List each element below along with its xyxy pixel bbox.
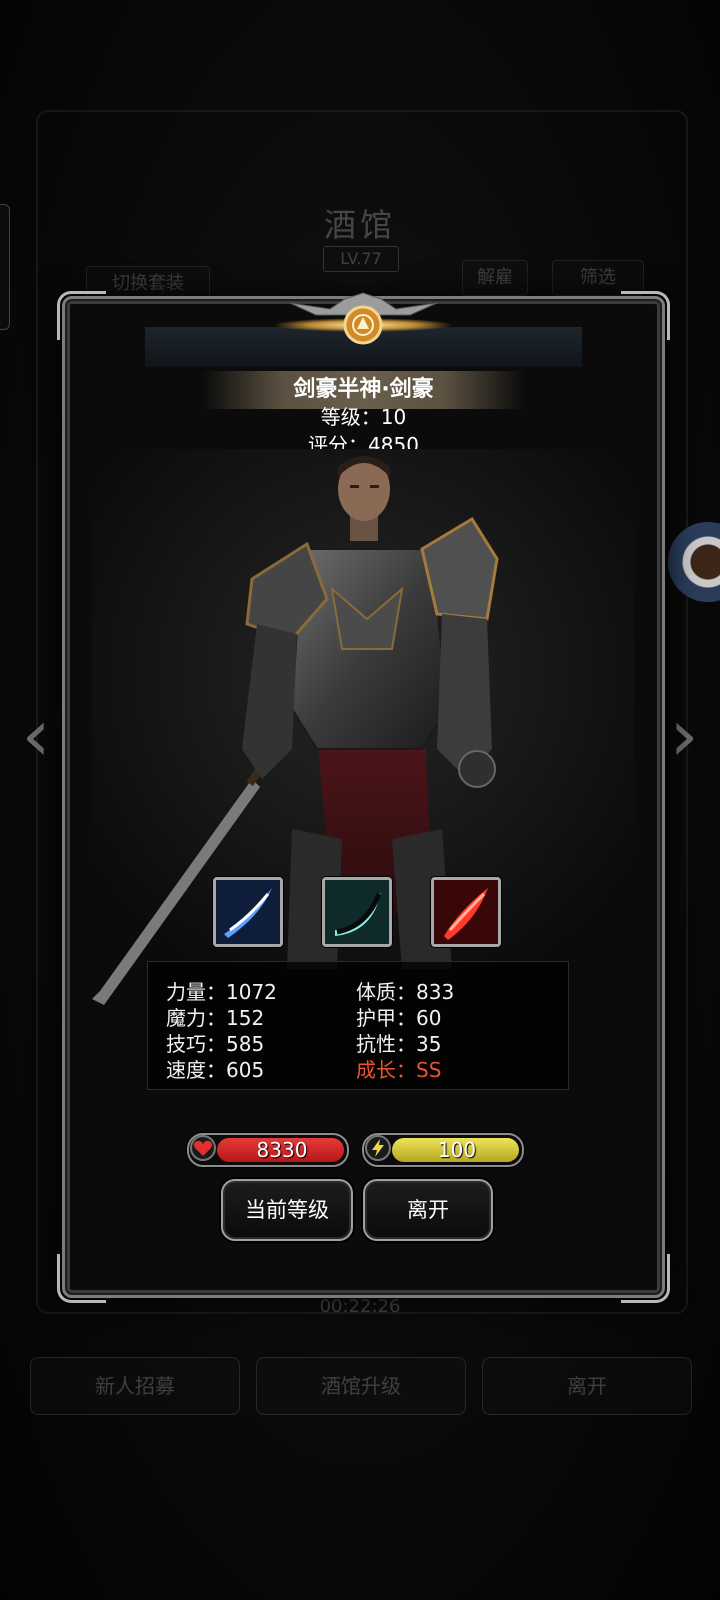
stat-skill: 技巧：585 bbox=[166, 1032, 265, 1056]
energy-value: 100 bbox=[437, 1138, 477, 1162]
frame-corner-ornament bbox=[621, 1254, 670, 1303]
tavern-title: 酒馆 bbox=[323, 206, 396, 244]
stat-strength: 力量：1072 bbox=[166, 980, 277, 1004]
frame-corner-ornament bbox=[621, 291, 670, 340]
hp-bar: 8330 bbox=[187, 1133, 349, 1167]
stat-armor: 护甲：60 bbox=[356, 1006, 442, 1030]
emblem-icon bbox=[273, 292, 453, 345]
wind-slash-skill-icon[interactable] bbox=[213, 877, 283, 947]
tavern-level-badge: LV.77 bbox=[323, 246, 399, 272]
hero-stats-panel: 力量：1072 体质：833 魔力：152 护甲：60 技巧：585 抗性：35… bbox=[147, 961, 569, 1090]
recruit-timer: 00:22:26 bbox=[319, 1296, 401, 1317]
stat-constitution: 体质：833 bbox=[356, 980, 455, 1004]
energy-bar: 100 bbox=[362, 1133, 524, 1167]
fire-slash-skill-icon[interactable] bbox=[431, 877, 501, 947]
game-screen: 酒馆 LV.77 切换套装 解雇 筛选 00:22:26 新人招募 酒馆升级 离… bbox=[0, 0, 720, 1600]
next-hero-arrow-icon[interactable]: › bbox=[660, 699, 708, 771]
stat-speed: 速度：605 bbox=[166, 1058, 265, 1082]
dismiss-button[interactable]: 解雇 bbox=[462, 260, 528, 296]
current-level-button[interactable]: 当前等级 bbox=[221, 1179, 353, 1241]
recruit-button[interactable]: 新人招募 bbox=[30, 1357, 240, 1415]
previous-hero-arrow-icon[interactable]: ‹ bbox=[12, 699, 60, 771]
side-tab[interactable] bbox=[0, 204, 10, 330]
hp-value: 8330 bbox=[256, 1138, 308, 1162]
lightning-icon bbox=[365, 1135, 391, 1161]
stat-resistance: 抗性：35 bbox=[356, 1032, 442, 1056]
leave-button[interactable]: 离开 bbox=[363, 1179, 493, 1241]
hero-level: 等级：10 bbox=[320, 405, 407, 429]
hero-detail-dialog: 剑豪半神·剑豪 等级：10 评分：4850 力量：1072 体质：833 魔力：… bbox=[57, 291, 670, 1303]
frame-corner-ornament bbox=[57, 1254, 106, 1303]
stat-magic: 魔力：152 bbox=[166, 1006, 265, 1030]
stat-growth: 成长：SS bbox=[356, 1058, 442, 1082]
frame-corner-ornament bbox=[57, 291, 106, 340]
crescent-slash-skill-icon[interactable] bbox=[322, 877, 392, 947]
tavern-leave-button[interactable]: 离开 bbox=[482, 1357, 692, 1415]
tavern-upgrade-button[interactable]: 酒馆升级 bbox=[256, 1357, 466, 1415]
heart-icon bbox=[190, 1135, 216, 1161]
